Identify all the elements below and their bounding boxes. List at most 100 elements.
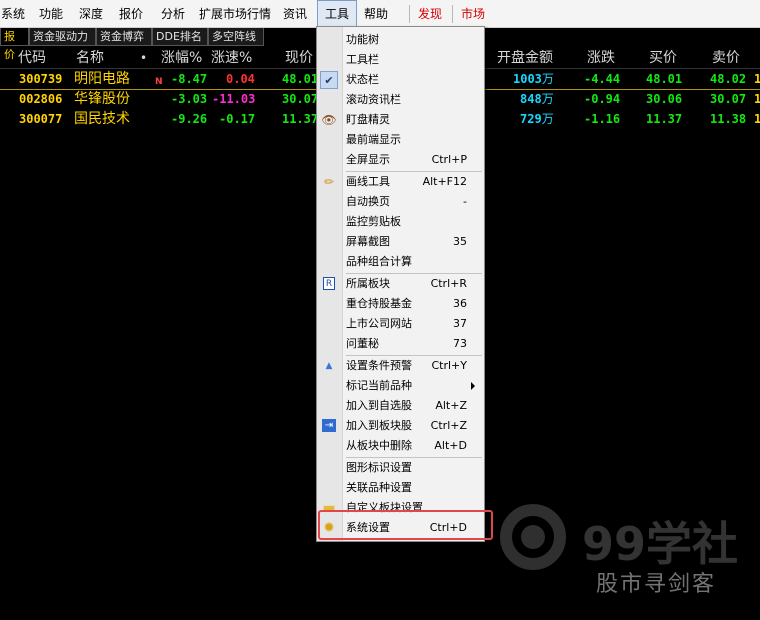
price: 48.01 — [282, 72, 319, 86]
speed-pct: -0.17 — [219, 112, 256, 126]
menu-function[interactable]: 功能 — [36, 0, 66, 28]
menu-item-company-website[interactable]: 上市公司网站 37 — [317, 314, 484, 334]
menu-analysis[interactable]: 分析 — [158, 0, 188, 28]
bid-price: 30.06 — [646, 92, 683, 106]
change-pct: -8.47 — [171, 72, 208, 86]
eye-icon: 👁 — [321, 113, 337, 127]
menu-item-condition-alert[interactable]: ▲ 设置条件预警 Ctrl+Y — [317, 356, 484, 376]
menu-item-label: 功能树 — [346, 33, 379, 46]
extra-col: 1 — [754, 92, 760, 106]
menu-news[interactable]: 资讯 — [280, 0, 310, 28]
watermark-caption: 股市寻剑客 — [596, 572, 717, 597]
change: -1.16 — [584, 112, 621, 126]
menu-item-shortcut: Ctrl+R — [430, 277, 467, 290]
menu-item-label: 品种组合计算 — [346, 255, 412, 268]
stock-name: 明阳电路 — [74, 71, 130, 87]
col-bid[interactable]: 买价 — [649, 47, 677, 69]
menu-item-shortcut: 73 — [453, 337, 467, 350]
change: -0.94 — [584, 92, 621, 106]
menu-item-function-tree[interactable]: 功能树 — [317, 30, 484, 50]
menu-item-label: 问董秘 — [346, 337, 379, 350]
menu-item-add-block[interactable]: ⇥ 加入到板块股 Ctrl+Z — [317, 416, 484, 436]
watermark-dot — [521, 525, 545, 549]
menu-item-ask-secretary[interactable]: 问董秘 73 — [317, 334, 484, 354]
menu-item-label: 加入到板块股 — [346, 419, 412, 432]
change-pct: -9.26 — [171, 112, 208, 126]
menu-item-add-watchlist[interactable]: 加入到自选股 Alt+Z — [317, 396, 484, 416]
menu-tools[interactable]: 工具 — [317, 0, 357, 28]
col-name[interactable]: 名称 — [76, 47, 104, 69]
menu-item-label: 最前端显示 — [346, 133, 401, 146]
menu-system[interactable]: 系统 — [0, 0, 26, 28]
menu-discover[interactable]: 发现 — [414, 0, 446, 28]
col-ask[interactable]: 卖价 — [712, 47, 740, 69]
watermark: 99学社 股市寻剑客 — [492, 488, 760, 620]
menu-extended-market[interactable]: 扩展市场行情 — [198, 0, 272, 28]
speed-pct: 0.04 — [226, 72, 255, 86]
menu-item-status-bar[interactable]: ✔ 状态栏 — [317, 70, 484, 90]
menu-item-combination-calc[interactable]: 品种组合计算 — [317, 252, 484, 272]
menu-item-graphic-mark-settings[interactable]: 图形标识设置 — [317, 458, 484, 478]
menu-item-label: 关联品种设置 — [346, 481, 412, 494]
tab-capital-game[interactable]: 资金博弈 — [96, 28, 152, 46]
menu-item-shortcut: - — [463, 195, 467, 208]
menu-item-label: 标记当前品种 — [346, 379, 412, 392]
tab-quote[interactable]: 报价 — [0, 28, 29, 61]
menu-item-label: 监控剪贴板 — [346, 215, 401, 228]
open-amount: 729万 — [520, 109, 554, 130]
menu-quote[interactable]: 报价 — [116, 0, 146, 28]
menu-item-label: 重仓持股基金 — [346, 297, 412, 310]
menu-item-label: 状态栏 — [346, 73, 379, 86]
col-change[interactable]: 涨跌 — [587, 47, 615, 69]
col-price[interactable]: 现价 — [285, 47, 313, 69]
menu-help[interactable]: 帮助 — [361, 0, 391, 28]
submenu-arrow-icon — [471, 382, 475, 390]
menu-item-drawing-tools[interactable]: ✏ 画线工具 Alt+F12 — [317, 172, 484, 192]
menu-depth[interactable]: 深度 — [76, 0, 106, 28]
menu-item-shortcut: 35 — [453, 235, 467, 248]
col-open-amount[interactable]: 开盘金额 — [497, 47, 553, 69]
col-code[interactable]: 代码 — [18, 47, 46, 69]
menu-bar: 系统 功能 深度 报价 分析 扩展市场行情 资讯 工具 帮助 发现 市场 — [0, 0, 760, 28]
open-amount-value: 729 — [520, 112, 542, 126]
stock-code: 002806 — [19, 92, 63, 106]
menu-item-screenshot[interactable]: 屏幕截图 35 — [317, 232, 484, 252]
menu-item-remove-block[interactable]: 从板块中删除 Alt+D — [317, 436, 484, 456]
menu-item-shortcut: Ctrl+Y — [431, 359, 467, 372]
tab-dde-rank[interactable]: DDE排名 — [152, 28, 208, 46]
highlight-box — [318, 510, 493, 540]
stock-name: 华锋股份 — [74, 91, 130, 107]
menu-item-fullscreen[interactable]: 全屏显示 Ctrl+P — [317, 150, 484, 170]
menu-item-clipboard-monitor[interactable]: 监控剪贴板 — [317, 212, 484, 232]
bid-price: 48.01 — [646, 72, 683, 86]
menu-item-always-on-top[interactable]: 最前端显示 — [317, 130, 484, 150]
open-amount-unit: 万 — [541, 92, 554, 106]
menu-item-label: 设置条件预警 — [346, 359, 412, 372]
price: 11.37 — [282, 112, 319, 126]
menu-item-market-watch[interactable]: 👁 盯盘精灵 — [317, 110, 484, 130]
menu-item-shortcut: Alt+F12 — [422, 175, 467, 188]
menu-item-sector[interactable]: R 所属板块 Ctrl+R — [317, 274, 484, 294]
ask-price: 30.07 — [710, 92, 747, 106]
price: 30.07 — [282, 92, 319, 106]
tab-long-short[interactable]: 多空阵线 — [208, 28, 264, 46]
open-amount: 848万 — [520, 89, 554, 110]
menu-market[interactable]: 市场 — [457, 0, 489, 28]
menu-item-mark-current[interactable]: 标记当前品种 — [317, 376, 484, 396]
speed-pct: -11.03 — [212, 92, 256, 106]
menu-item-news-ticker[interactable]: 滚动资讯栏 — [317, 90, 484, 110]
open-amount-value: 1003 — [513, 72, 542, 86]
menu-item-toolbar[interactable]: 工具栏 — [317, 50, 484, 70]
menu-item-fund-holdings[interactable]: 重仓持股基金 36 — [317, 294, 484, 314]
menu-item-label: 画线工具 — [346, 175, 390, 188]
col-change-pct[interactable]: 涨幅% — [161, 47, 202, 69]
open-amount-unit: 万 — [541, 72, 554, 86]
extra-col: 1 — [754, 72, 760, 86]
col-speed-pct[interactable]: 涨速% — [211, 47, 252, 69]
tab-capital-drive[interactable]: 资金驱动力 — [29, 28, 96, 46]
check-icon: ✔ — [320, 71, 338, 89]
menu-item-auto-page[interactable]: 自动换页 - — [317, 192, 484, 212]
menu-item-related-settings[interactable]: 关联品种设置 — [317, 478, 484, 498]
stock-code: 300739 — [19, 72, 63, 86]
menu-item-shortcut: 36 — [453, 297, 467, 310]
